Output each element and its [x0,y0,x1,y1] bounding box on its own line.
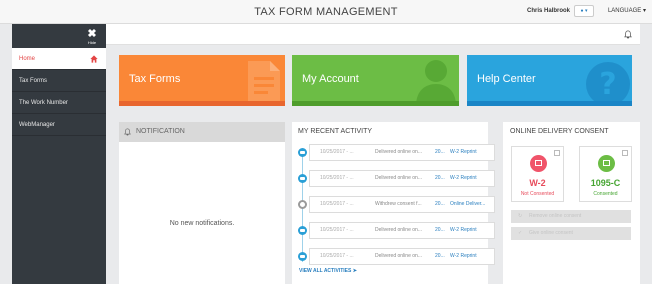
mail-icon [298,148,307,157]
bell-icon [124,128,131,136]
consent-checkbox[interactable] [554,150,560,156]
consent-checkbox[interactable] [622,150,628,156]
sidebar-item-tax-forms[interactable]: Tax Forms [12,70,106,92]
chevron-down-icon: ▾ [584,8,588,14]
consent-status: Consented [593,191,618,197]
view-all-activities-link[interactable]: VIEW ALL ACTIVITIES ➤ [299,268,357,274]
notification-panel: NOTIFICATION No new notifications. [119,122,285,284]
tile-label: Help Center [477,73,536,85]
circle-icon [298,200,307,209]
tile-bar [292,101,459,106]
activity-date: 10/25/2017 - ... [320,253,354,259]
hide-sidebar-button[interactable]: ✖ Hide [84,28,100,46]
tile-label: Tax Forms [129,73,181,85]
consent-title: ONLINE DELIVERY CONSENT [510,128,609,135]
activity-desc: Delivered online on... [375,227,422,233]
button-label: Give online consent [529,230,573,236]
activity-date: 10/25/2017 - ... [320,149,354,155]
my-account-tile[interactable]: My Account [292,55,459,106]
notification-title: NOTIFICATION [136,128,185,135]
hide-label: Hide [87,40,97,45]
activity-desc: Delivered online on... [375,175,422,181]
button-label: Remove online consent [529,213,582,219]
activity-form-link[interactable]: Online Deliver... [450,197,494,212]
recent-activity-panel: MY RECENT ACTIVITY 10/25/2017 - ... Deli… [292,122,495,284]
notification-empty-text: No new notifications. [169,220,235,227]
language-menu[interactable]: LANGUAGE ▾ [608,0,646,22]
sidebar-nav: Home Tax Forms The Work Number WebManage… [12,48,106,136]
user-icon [416,60,456,106]
activity-form-link[interactable]: W-2 Reprint [450,223,494,238]
main-content: Tax Forms My Account ? Help Center NOTIF… [106,24,652,284]
give-consent-button[interactable]: ✓ Give online consent [511,227,631,240]
mail-icon [298,252,307,261]
chevron-down-icon: ▾ [642,8,646,14]
monitor-icon [598,155,615,172]
document-icon [248,61,280,103]
activity-date: 10/25/2017 - ... [320,175,354,181]
activity-desc: Delivered online on... [375,149,422,155]
help-center-tile[interactable]: ? Help Center [467,55,632,106]
consent-status: Not Consented [520,191,555,197]
tile-label: My Account [302,73,359,85]
consent-card-1095c[interactable]: 1095-C Consented [579,146,632,202]
sidebar-item-label: The Work Number [19,100,68,106]
view-all-label: VIEW ALL ACTIVITIES [299,268,352,274]
user-menu-button[interactable]: ● ▾ [574,5,594,17]
activity-row[interactable]: 10/25/2017 - ... Delivered online on... … [309,170,495,187]
language-label: LANGUAGE [607,8,642,14]
check-icon: ✓ [518,230,523,236]
form-name: W-2 [529,178,546,188]
activity-row[interactable]: 10/25/2017 - ... Delivered online on... … [309,144,495,161]
tile-bar [467,101,632,106]
question-icon: ? [586,62,630,106]
remove-consent-button[interactable]: ↻ Remove online consent [511,210,631,223]
home-icon [90,55,98,63]
sidebar-item-label: Home [19,56,36,62]
activity-date: 10/25/2017 - ... [320,201,354,207]
notification-header: NOTIFICATION [119,122,285,142]
activity-row[interactable]: 10/25/2017 - ... Delivered online on... … [309,248,495,265]
sidebar-item-webmanager[interactable]: WebManager [12,114,106,136]
top-header: TAX FORM MANAGEMENT Chris Halbrook ● ▾ L… [0,0,652,24]
activity-year: 20... [435,175,445,181]
close-icon: ✖ [87,28,97,40]
arrow-right-icon: ➤ [352,268,357,274]
activity-form-link[interactable]: W-2 Reprint [450,171,494,186]
activity-year: 20... [435,149,445,155]
activity-year: 20... [435,253,445,259]
refresh-icon: ↻ [518,213,523,219]
sidebar: ✖ Hide Home Tax Forms The Work Number We… [12,24,106,284]
mail-icon [530,155,547,172]
activity-desc: Delivered online on... [375,253,422,259]
online-consent-panel: ONLINE DELIVERY CONSENT W-2 Not Consente… [503,122,640,284]
activity-form-link[interactable]: W-2 Reprint [450,249,494,264]
activity-year: 20... [435,227,445,233]
mail-icon [298,174,307,183]
user-name[interactable]: Chris Halbrook [527,0,570,22]
svg-text:?: ? [599,67,616,102]
consent-card-w2[interactable]: W-2 Not Consented [511,146,564,202]
sidebar-item-label: WebManager [19,122,55,128]
sub-header-bar [106,24,640,45]
activity-title: MY RECENT ACTIVITY [298,128,373,135]
sidebar-item-work-number[interactable]: The Work Number [12,92,106,114]
form-name: 1095-C [590,178,621,188]
activity-year: 20... [435,201,445,207]
activity-form-link[interactable]: W-2 Reprint [450,145,494,160]
activity-row[interactable]: 10/25/2017 - ... Delivered online on... … [309,222,495,239]
sidebar-item-home[interactable]: Home [12,48,106,70]
activity-desc: Withdrew consent f... [375,201,422,207]
sidebar-item-label: Tax Forms [19,78,48,84]
bell-icon[interactable] [624,30,632,39]
mail-icon [298,226,307,235]
activity-row[interactable]: 10/25/2017 - ... Withdrew consent f... 2… [309,196,495,213]
user-icon: ● [580,8,584,14]
activity-date: 10/25/2017 - ... [320,227,354,233]
tile-bar [119,101,285,106]
tax-forms-tile[interactable]: Tax Forms [119,55,285,106]
